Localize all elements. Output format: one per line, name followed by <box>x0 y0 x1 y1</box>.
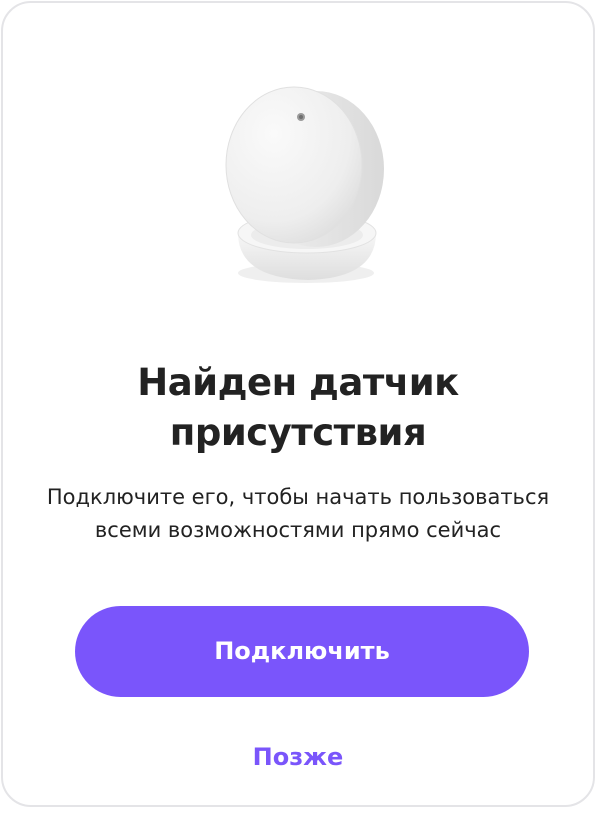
dialog-title-line-1: Найден датчик <box>137 361 459 404</box>
sensor-found-dialog: Найден датчик присутствия Подключите его… <box>1 1 595 807</box>
dialog-subtitle-line-1: Подключите его, чтобы начать пользоватьс… <box>46 485 550 509</box>
dialog-subtitle: Подключите его, чтобы начать пользоватьс… <box>3 481 593 547</box>
connect-button[interactable]: Подключить <box>75 606 529 697</box>
dialog-subtitle-line-2: всеми возможностями прямо сейчас <box>94 518 502 542</box>
later-link[interactable]: Позже <box>3 737 593 777</box>
dialog-title-line-2: присутствия <box>169 411 427 454</box>
dialog-title: Найден датчик присутствия <box>3 358 593 458</box>
presence-sensor-image <box>225 86 384 283</box>
